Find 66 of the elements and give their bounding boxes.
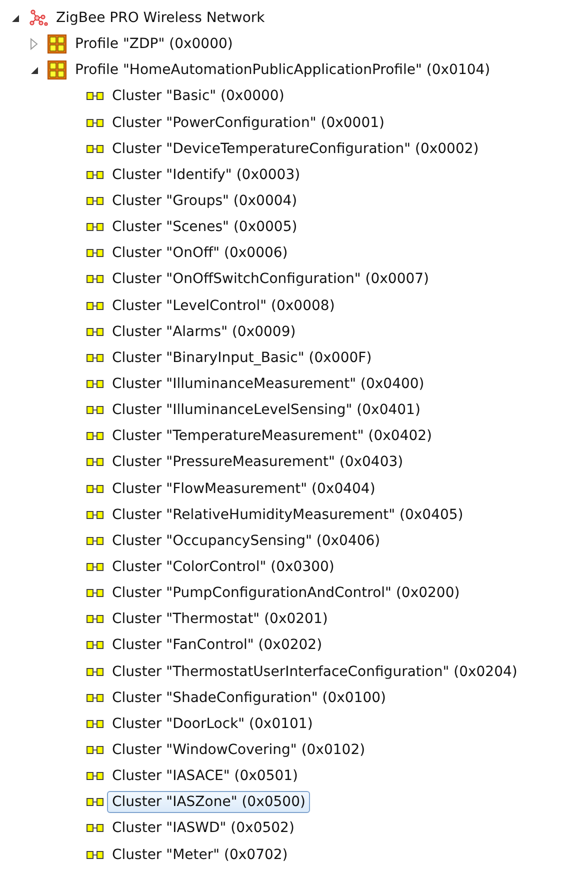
tree-item[interactable]: Cluster "IASWD" (0x0502): [107, 817, 300, 840]
tree-item[interactable]: Cluster "FanControl" (0x0202): [107, 634, 328, 656]
cluster-icon: [86, 692, 104, 703]
tree-item[interactable]: Cluster "Identify" (0x0003): [107, 164, 306, 186]
tree-item[interactable]: Cluster "PowerConfiguration" (0x0001): [107, 112, 390, 134]
cluster-icon: [86, 536, 104, 546]
cluster-icon: [86, 248, 104, 258]
tree-item[interactable]: Cluster "Basic" (0x0000): [107, 85, 290, 108]
network-nodes-icon: [28, 9, 48, 28]
tree-item[interactable]: Cluster "ColorControl" (0x0300): [107, 556, 340, 578]
tree-item[interactable]: Cluster "IlluminanceLevelSensing" (0x0401): [107, 399, 426, 422]
tree-item[interactable]: Cluster "LevelControl" (0x0008): [107, 294, 340, 317]
tree-item[interactable]: Cluster "ShadeConfiguration" (0x0100): [107, 686, 391, 709]
tree-item[interactable]: Cluster "IASZone" (0x0500): [107, 791, 310, 814]
tree-item[interactable]: Cluster "OccupancySensing" (0x0406): [107, 530, 386, 552]
cluster-icon: [86, 196, 104, 206]
cluster-icon: [86, 405, 104, 416]
tree-item[interactable]: Cluster "IASACE" (0x0501): [107, 765, 304, 788]
cluster-icon: [86, 510, 104, 520]
cluster-icon: [86, 431, 104, 442]
tree-item[interactable]: Cluster "DeviceTemperatureConfiguration" (0x0002): [107, 138, 484, 160]
cluster-icon: [86, 91, 104, 102]
cluster-icon: [86, 745, 104, 755]
cluster-icon: [86, 666, 104, 677]
tree-item[interactable]: Cluster "WindowCovering" (0x0102): [107, 739, 370, 761]
tree-item[interactable]: Cluster "FlowMeasurement" (0x0404): [107, 478, 380, 500]
cluster-icon: [86, 614, 104, 624]
tree-item[interactable]: Cluster "Groups" (0x0004): [107, 190, 302, 212]
profile-icon: [47, 60, 67, 80]
cluster-icon: [86, 274, 104, 284]
cluster-icon: [86, 823, 104, 834]
cluster-icon: [86, 457, 104, 468]
tree-item[interactable]: Cluster "ThermostatUserInterfaceConfiguration" (0x0204): [107, 660, 522, 683]
cluster-icon: [86, 144, 104, 154]
tree-item[interactable]: Profile "ZDP" (0x0000): [70, 33, 238, 56]
cluster-icon: [86, 771, 104, 782]
tree-item[interactable]: ZigBee PRO Wireless Network: [51, 7, 270, 30]
tree-item[interactable]: Cluster "IlluminanceMeasurement" (0x0400): [107, 373, 430, 396]
cluster-icon: [86, 170, 104, 180]
cluster-icon: [86, 797, 104, 808]
cluster-icon: [86, 484, 104, 494]
tree-item[interactable]: Cluster "PressureMeasurement" (0x0403): [107, 451, 408, 474]
cluster-icon: [86, 118, 104, 128]
tree-item[interactable]: Cluster "OnOff" (0x0006): [107, 242, 293, 264]
tree-item[interactable]: Cluster "Meter" (0x0702): [107, 844, 293, 866]
cluster-icon: [86, 379, 104, 390]
tree-item[interactable]: Cluster "BinaryInput_Basic" (0x000F): [107, 346, 377, 369]
cluster-icon: [86, 352, 104, 363]
tree-item[interactable]: Profile "HomeAutomationPublicApplicationProfile" (0x0104): [70, 59, 496, 82]
cluster-icon: [86, 718, 104, 729]
tree-item[interactable]: Cluster "RelativeHumidityMeasurement" (0x0405): [107, 504, 468, 526]
cluster-icon: [86, 300, 104, 311]
cluster-icon: [86, 850, 104, 860]
cluster-icon: [86, 562, 104, 572]
tree-item[interactable]: Cluster "Alarms" (0x0009): [107, 320, 301, 343]
profile-icon: [47, 34, 67, 54]
tree-item[interactable]: Cluster "TemperatureMeasurement" (0x0402): [107, 425, 438, 448]
cluster-icon: [86, 588, 104, 598]
tree-item[interactable]: Cluster "PumpConfigurationAndControl" (0x0200): [107, 582, 465, 604]
tree-item[interactable]: Cluster "Scenes" (0x0005): [107, 216, 302, 238]
tree-item[interactable]: Cluster "DoorLock" (0x0101): [107, 712, 318, 735]
tree-item[interactable]: Cluster "Thermostat" (0x0201): [107, 608, 333, 630]
cluster-icon: [86, 326, 104, 337]
cluster-icon: [86, 640, 104, 650]
tree-item[interactable]: Cluster "OnOffSwitchConfiguration" (0x0007): [107, 268, 434, 290]
cluster-icon: [86, 222, 104, 232]
